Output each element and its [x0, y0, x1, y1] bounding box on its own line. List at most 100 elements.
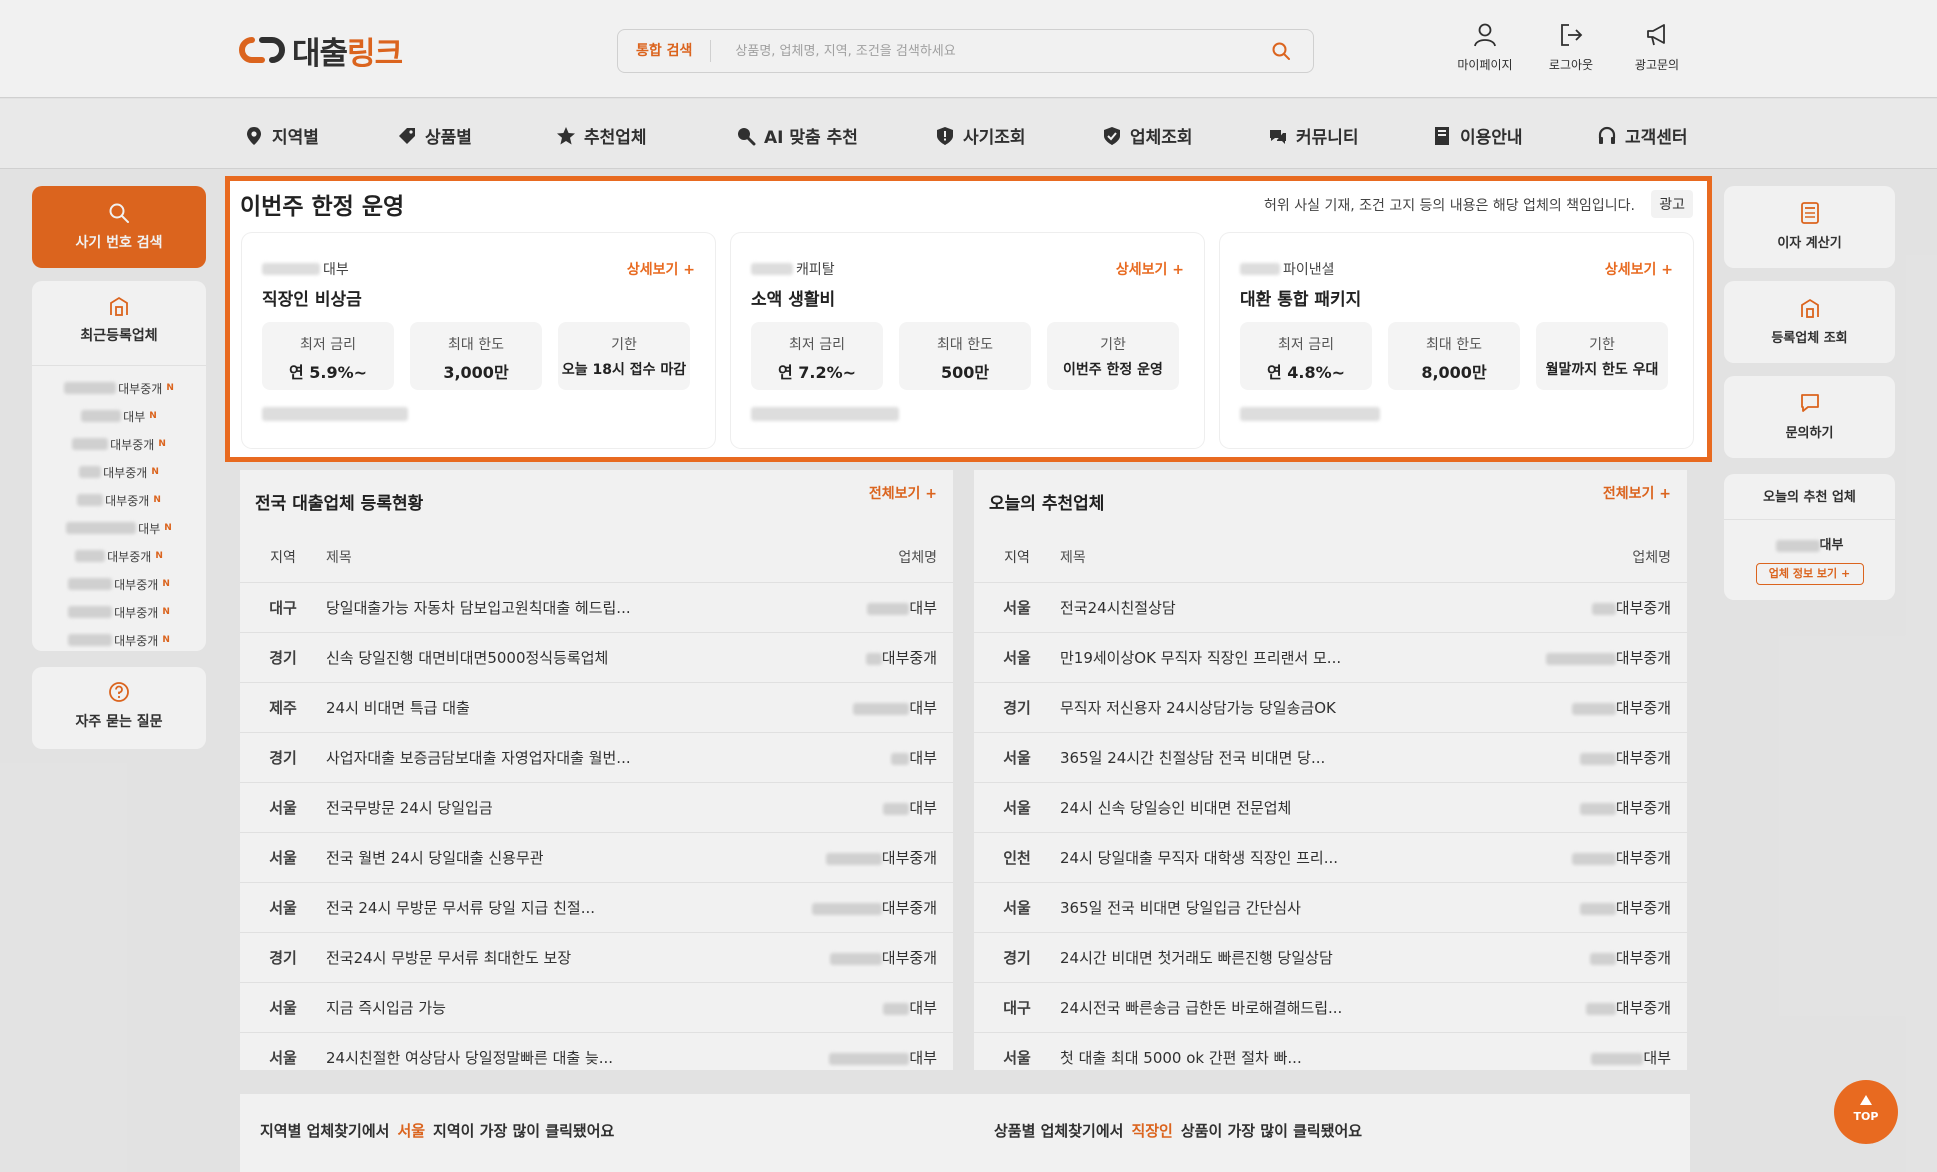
recent-company-item[interactable]: 대부중개 N [32, 430, 206, 458]
faq-button[interactable]: 자주 묻는 질문 [32, 667, 206, 749]
table-row[interactable]: 대구 당일대출가능 자동차 담보입고원칙대출 헤드립... 대부 [240, 582, 953, 632]
blurred-name [1591, 1052, 1644, 1065]
nav-item-recommended[interactable]: 추천업체 [556, 123, 647, 148]
table-row[interactable]: 서울 첫 대출 최대 5000 ok 간편 절차 빠... 대부 [974, 1032, 1687, 1082]
stat-rate: 최저 금리 연 5.9%~ [262, 322, 394, 390]
stat-value: 오늘 18시 접수 마감 [561, 362, 687, 378]
nav-item-community[interactable]: 커뮤니티 [1268, 123, 1359, 148]
row-company: 대부중개 [1467, 997, 1687, 1018]
nav-item-fraud[interactable]: 사기조회 [935, 123, 1026, 148]
scroll-top-button[interactable]: TOP [1834, 1080, 1898, 1144]
recommended-view-all-link[interactable]: 전체보기 + [1603, 483, 1671, 503]
featured-card[interactable]: 캐피탈 상세보기 + 소액 생활비 최저 금리 연 7.2%~ 최대 한도 500만… [731, 233, 1204, 448]
recent-company-item[interactable]: 대부중개 N [32, 486, 206, 514]
nav-item-guide[interactable]: 이용안내 [1432, 123, 1523, 148]
row-company: 대부 [733, 597, 953, 618]
stat-label: 기한 [611, 337, 637, 353]
table-row[interactable]: 서울 지금 즉시입금 가능 대부 [240, 982, 953, 1032]
registered-company-lookup-button[interactable]: 등록업체 조회 [1724, 281, 1895, 363]
stat-label: 최대 한도 [1426, 337, 1482, 353]
table-row[interactable]: 서울 24시 신속 당일승인 비대면 전문업체 대부중개 [974, 782, 1687, 832]
recent-company-item[interactable]: 대부중개 N [32, 374, 206, 402]
featured-card[interactable]: 파이낸셜 상세보기 + 대환 통합 패키지 최저 금리 연 4.8%~ 최대 한도… [1220, 233, 1693, 448]
ad-inquiry-button[interactable]: 광고문의 [1614, 22, 1700, 73]
nav-item-region[interactable]: 지역별 [244, 123, 319, 148]
blurred-name [1240, 263, 1280, 275]
row-company: 대부 [733, 797, 953, 818]
table-row[interactable]: 경기 전국24시 무방문 무서류 최대한도 보장 대부중개 [240, 932, 953, 982]
table-row[interactable]: 서울 만19세이상OK 무직자 직장인 프리랜서 모... 대부중개 [974, 632, 1687, 682]
table-row[interactable]: 경기 무직자 저신용자 24시상담가능 당일송금OK 대부중개 [974, 682, 1687, 732]
recent-company-item[interactable]: 대부 N [32, 514, 206, 542]
blurred-name [883, 802, 910, 815]
search-box: 통합 검색 [617, 29, 1314, 73]
table-row[interactable]: 서울 24시친절한 여상담사 당일정말빠른 대출 늦... 대부 [240, 1032, 953, 1082]
faq-label: 자주 묻는 질문 [75, 714, 163, 730]
recent-company-suffix: 대부 [123, 409, 146, 424]
recent-company-item[interactable]: 대부중개 N [32, 570, 206, 598]
table-row[interactable]: 대구 24시전국 빠른송금 급한돈 바로해결해드립... 대부중개 [974, 982, 1687, 1032]
featured-card[interactable]: 대부 상세보기 + 직장인 비상금 최저 금리 연 5.9%~ 최대 한도 3,00… [242, 233, 715, 448]
region-stat-highlight[interactable]: 서울 [397, 1122, 425, 1140]
table-row[interactable]: 서울 전국24시친절상담 대부중개 [974, 582, 1687, 632]
recent-company-item[interactable]: 대부중개 N [32, 598, 206, 626]
fraud-number-search-button[interactable]: 사기 번호 검색 [32, 186, 206, 268]
search-scope-label[interactable]: 통합 검색 [618, 40, 712, 62]
row-company: 대부중개 [733, 647, 953, 668]
inquiry-button[interactable]: 문의하기 [1724, 376, 1895, 458]
logout-button[interactable]: 로그아웃 [1528, 22, 1614, 73]
registry-panel: 전국 대출업체 등록현황 전체보기 + 지역 제목 업체명 대구 당일대출가능 자동차… [240, 470, 953, 1070]
nav-item-product[interactable]: 상품별 [397, 123, 472, 148]
card-phone [262, 403, 408, 422]
card-detail-link[interactable]: 상세보기 + [627, 259, 695, 279]
megaphone-icon [1647, 24, 1665, 46]
table-row[interactable]: 경기 신속 당일진행 대면비대면5000정식등록업체 대부중개 [240, 632, 953, 682]
recent-company-item[interactable]: 대부중개 N [32, 626, 206, 654]
table-row[interactable]: 경기 24시간 비대면 첫거래도 빠른진행 당일상담 대부중개 [974, 932, 1687, 982]
row-company-suffix: 대부 [909, 749, 937, 767]
blurred-phone [751, 406, 899, 421]
table-row[interactable]: 서울 365일 전국 비대면 당일입금 간단심사 대부중개 [974, 882, 1687, 932]
col-company: 업체명 [1632, 550, 1671, 566]
table-row[interactable]: 서울 365일 24시간 친절상담 전국 비대면 당... 대부중개 [974, 732, 1687, 782]
nav-item-support[interactable]: 고객센터 [1597, 123, 1688, 148]
registry-view-all-link[interactable]: 전체보기 + [869, 483, 937, 503]
nav-item-ai[interactable]: AI 맞춤 추천 [736, 123, 858, 148]
mypage-button[interactable]: 마이페이지 [1442, 22, 1528, 73]
search-icon[interactable] [1271, 41, 1291, 61]
row-company-suffix: 대부중개 [1615, 999, 1671, 1017]
stat-value: 월말까지 한도 우대 [1545, 362, 1659, 378]
recent-company-item[interactable]: 대부중개 N [32, 458, 206, 486]
product-stat-highlight[interactable]: 직장인 [1131, 1122, 1172, 1140]
blurred-name [825, 852, 882, 865]
recent-company-item[interactable]: 대부 N [32, 402, 206, 430]
card-detail-link[interactable]: 상세보기 + [1116, 259, 1184, 279]
row-region: 서울 [1003, 899, 1031, 917]
table-row[interactable]: 인천 24시 당일대출 무직자 대학생 직장인 프리... 대부중개 [974, 832, 1687, 882]
search-input[interactable] [711, 43, 1271, 59]
table-row[interactable]: 서울 전국 월변 24시 당일대출 신용무관 대부중개 [240, 832, 953, 882]
table-row[interactable]: 제주 24시 비대면 특급 대출 대부 [240, 682, 953, 732]
table-row[interactable]: 서울 전국 24시 무방문 무서류 당일 지급 친절... 대부중개 [240, 882, 953, 932]
logo[interactable]: 대출링크 [238, 30, 403, 72]
product-click-stat: 상품별 업체찾기에서 직장인 상품이 가장 많이 클릭됐어요 [994, 1120, 1362, 1141]
new-badge: N [166, 383, 174, 393]
new-badge: N [162, 579, 170, 589]
row-title: 24시 당일대출 무직자 대학생 직장인 프리... [1060, 849, 1339, 867]
card-detail-link[interactable]: 상세보기 + [1605, 259, 1673, 279]
col-region: 지역 [270, 550, 296, 566]
recent-company-item[interactable]: 대부중개 N [32, 542, 206, 570]
blurred-name [1571, 852, 1616, 865]
company-info-button[interactable]: 업체 정보 보기 + [1755, 563, 1864, 585]
interest-calculator-button[interactable]: 이자 계산기 [1724, 186, 1895, 268]
blurred-name [751, 263, 793, 275]
row-company: 대부중개 [1467, 797, 1687, 818]
col-region: 지역 [1004, 550, 1030, 566]
table-row[interactable]: 경기 사업자대출 보증금담보대출 자영업자대출 월번... 대부 [240, 732, 953, 782]
new-badge: N [162, 635, 170, 645]
featured-title: 이번주 한정 운영 [240, 194, 405, 220]
table-row[interactable]: 서울 전국무방문 24시 당일입금 대부 [240, 782, 953, 832]
nav-item-company[interactable]: 업체조회 [1102, 123, 1193, 148]
row-company-suffix: 대부 [909, 699, 937, 717]
stat-value: 8,000만 [1421, 363, 1487, 382]
